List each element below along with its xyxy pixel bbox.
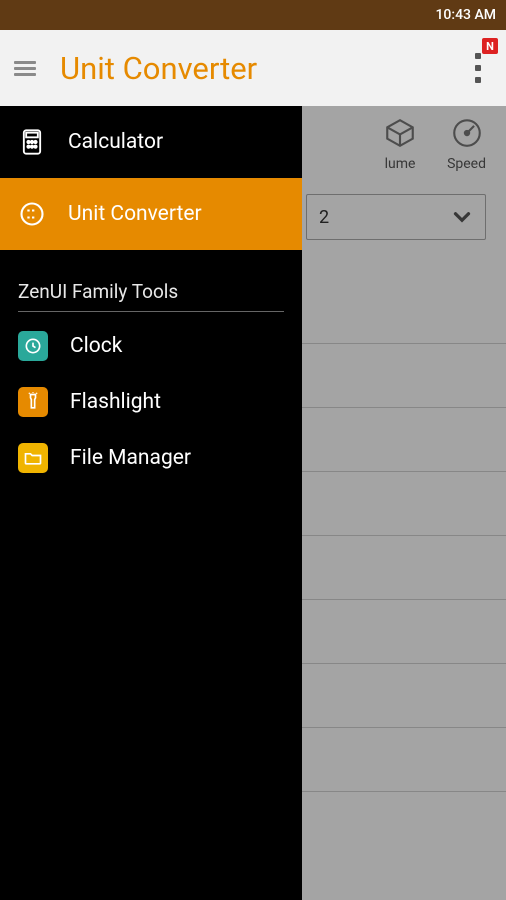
screen: 10:43 AM Unit Converter N lume Speed [0, 0, 506, 900]
drawer-item-file-manager[interactable]: File Manager [0, 430, 302, 486]
drawer-label: Unit Converter [68, 202, 202, 226]
app-bar: Unit Converter N [0, 30, 506, 106]
drawer-item-flashlight[interactable]: Flashlight [0, 374, 302, 430]
calculator-icon [18, 128, 46, 156]
divider [18, 311, 284, 312]
status-time: 10:43 AM [435, 7, 496, 23]
drawer-item-calculator[interactable]: Calculator [0, 106, 302, 178]
flashlight-icon [18, 387, 48, 417]
clock-icon [18, 331, 48, 361]
menu-button[interactable] [14, 57, 36, 79]
drawer-label: File Manager [70, 446, 191, 470]
drawer-item-unit-converter[interactable]: Unit Converter [0, 178, 302, 250]
folder-icon [18, 443, 48, 473]
navigation-drawer: Calculator Unit Converter ZenUI Family T… [0, 106, 302, 900]
drawer-item-clock[interactable]: Clock [0, 318, 302, 374]
drawer-label: Flashlight [70, 390, 161, 414]
drawer-label: Clock [70, 334, 122, 358]
drawer-section-header: ZenUI Family Tools [0, 262, 302, 311]
app-title: Unit Converter [60, 50, 257, 87]
overflow-menu[interactable] [468, 30, 488, 106]
status-bar: 10:43 AM [0, 0, 506, 30]
drawer-label: Calculator [68, 130, 163, 154]
unit-converter-icon [18, 200, 46, 228]
